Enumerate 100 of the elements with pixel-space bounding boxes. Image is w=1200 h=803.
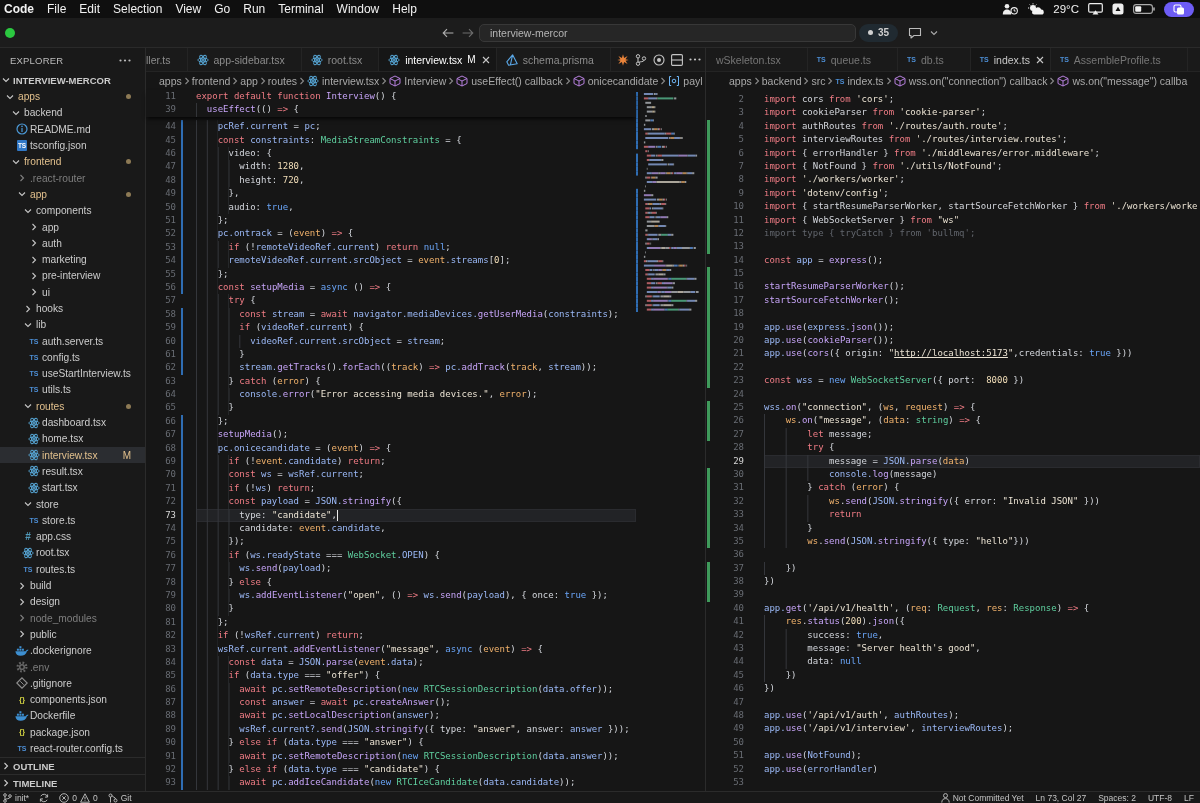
cloud-sun-icon[interactable] [1027,3,1045,15]
close-icon[interactable] [481,55,490,64]
tree-item[interactable]: start.tsx [0,479,145,496]
tree-root[interactable]: INTERVIEW-MERCOR [0,72,145,89]
breadcrumb-item[interactable]: ws.on("message") callba [1057,75,1188,87]
chevron-down-icon[interactable] [930,28,939,37]
close-icon[interactable] [1035,55,1044,64]
display-icon[interactable] [1088,3,1103,15]
tree-item[interactable]: routes [0,398,145,415]
breadcrumb-item[interactable]: interview.tsx [307,75,380,87]
window-zoom-button[interactable] [5,27,15,38]
stacked-squares-icon[interactable] [1164,1,1194,17]
status-item[interactable]: Ln 73, Col 27 [1035,792,1087,803]
tree-item[interactable]: Dockerfile [0,707,145,725]
ellipsis-icon[interactable] [119,58,131,62]
menu-item[interactable]: Run [243,2,266,16]
tree-item[interactable]: components [0,202,145,219]
tree-item[interactable]: app [0,218,145,236]
menu-item[interactable]: Edit [79,2,101,16]
panel-section-header[interactable]: OUTLINE [0,757,145,774]
tree-item[interactable]: backend [0,104,145,122]
app-menu[interactable]: Code [4,2,34,16]
battery-icon[interactable] [1133,4,1155,14]
tree-item[interactable]: # app.css [0,528,145,545]
breadcrumb-item[interactable]: payl [668,75,703,87]
breadcrumb-item[interactable]: frontend [191,75,231,87]
tree-item[interactable]: {} package.json [0,724,145,741]
tree-item[interactable]: home.tsx [0,430,145,448]
breadcrumb-item[interactable]: onicecandidate [572,75,659,87]
code-line: }) [764,682,775,696]
breadcrumb-item[interactable]: wss.on("connection") callback [893,75,1048,87]
line-number: 29 [732,454,744,468]
breadcrumb-item[interactable]: useEffect() callback [456,75,563,87]
tree-item[interactable]: .dockerignore [0,642,145,659]
changes-counter[interactable]: 35 [859,23,899,42]
menu-item[interactable]: Window [336,2,380,16]
editor-tab[interactable]: schema.prisma [496,48,611,71]
tree-item[interactable]: hooks [0,300,145,317]
person-clock-icon[interactable] [1002,3,1019,15]
tree-item[interactable]: frontend [0,153,145,170]
split-editor-icon[interactable] [671,53,683,66]
tree-item[interactable]: lib [0,316,145,333]
branch-icon[interactable] [635,53,647,66]
tree-item[interactable]: .react-router [0,170,145,187]
menu-item[interactable]: View [175,2,202,16]
tree-item[interactable]: node_modules [0,610,145,627]
status-item[interactable]: init* [3,792,30,803]
tree-item[interactable]: result.tsx [0,463,145,480]
tree-item[interactable]: pre-interview [0,267,145,285]
breadcrumb-item[interactable]: apps [159,75,182,87]
tree-item[interactable]: dashboard.tsx [0,414,145,431]
chat-bubble-icon[interactable] [908,26,923,39]
code-line: await pc.setLocalDescription(answer); [196,709,440,723]
tree-item[interactable]: build [0,577,145,594]
circle-dot-icon[interactable] [653,53,665,66]
menu-item[interactable]: Terminal [278,2,324,16]
breadcrumb-item[interactable]: src [811,75,826,87]
menu-item[interactable]: Help [392,2,417,16]
tree-item[interactable]: public [0,626,145,643]
code-link[interactable]: http://localhost:5173 [894,348,1008,359]
tree-item[interactable]: auth [0,235,145,252]
editor-tab[interactable]: ller.ts [146,48,188,71]
arrow-left-icon[interactable] [442,27,454,38]
status-item[interactable]: Spaces: 2 [1098,792,1136,803]
command-center[interactable]: interview-mercor [479,23,856,42]
sparkle-icon[interactable] [617,53,629,66]
tree-item[interactable]: .env [0,658,145,676]
tree-item[interactable]: design [0,593,145,610]
status-item[interactable]: Not Committed Yet [940,792,1024,803]
tree-item[interactable]: {} components.json [0,691,145,708]
code-line: if (!ws) return; [196,481,316,496]
editor-tab[interactable]: app-sidebar.tsx [187,48,302,71]
breadcrumb-item[interactable]: app [240,75,258,87]
status-item[interactable]: Git [107,792,132,803]
breadcrumb-item[interactable]: backend [761,75,802,87]
tree-item[interactable]: .gitignore [0,675,145,692]
status-item[interactable]: LF [1184,792,1194,803]
breadcrumb-item[interactable]: Interview [389,75,447,87]
breadcrumb-item[interactable]: apps [729,75,752,87]
tree-item[interactable]: apps [0,88,145,105]
status-item[interactable]: UTF-8 [1148,792,1173,803]
ellipsis-icon[interactable] [689,58,701,61]
tree-item[interactable]: ui [0,284,145,301]
tree-item[interactable]: app [0,186,145,203]
menu-item[interactable]: Selection [113,2,163,16]
arrow-right-icon[interactable] [462,27,474,38]
breadcrumb-item[interactable]: routes [267,75,298,87]
tree-item[interactable]: root.tsx [0,544,145,562]
square-triangle-icon[interactable] [1112,3,1124,15]
tree-item[interactable]: store [0,495,145,513]
line-number: 73 [164,508,176,522]
editor-tab[interactable]: wSkeleton.tsx [716,48,808,71]
tree-item[interactable]: marketing [0,251,145,268]
menu-item[interactable]: Go [214,2,231,16]
menu-item[interactable]: File [47,2,67,16]
problems-status[interactable]: 0 0 [59,792,98,803]
tree-item[interactable]: interview.tsx M [0,447,145,464]
tree-item[interactable]: README.md [0,121,145,138]
editor-tab[interactable]: interview.tsx M [379,48,497,71]
sync-icon[interactable] [39,792,50,803]
